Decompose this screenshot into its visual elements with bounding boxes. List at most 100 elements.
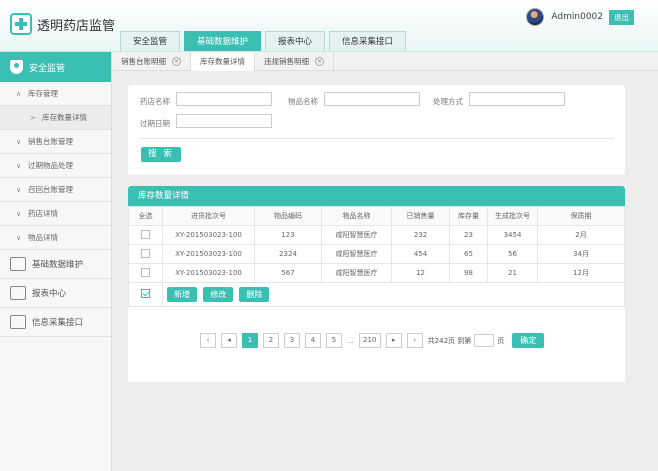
cell: 2324 <box>254 244 322 264</box>
cell: 123 <box>254 225 322 245</box>
sidebar-item-goods[interactable]: ∨ 物品详情 <box>0 226 111 250</box>
item-name-input[interactable] <box>324 92 420 106</box>
table-row[interactable]: XY-201503023-100 567 咸阳智慧医疗 12 98 21 12月 <box>128 263 625 283</box>
row-checkbox[interactable] <box>141 248 150 258</box>
pharmacy-cross-icon <box>10 13 32 35</box>
logout-button[interactable]: 退出 <box>609 9 634 25</box>
sidebar-item-label: 信息采集接口 <box>32 318 84 328</box>
tab-label: 销售台账明细 <box>121 57 166 66</box>
cell: 98 <box>449 263 488 283</box>
cell: 454 <box>391 244 450 264</box>
sidebar-item-expired[interactable]: ∨ 过期物品处理 <box>0 154 111 178</box>
sidebar-item-inventory[interactable]: ∧ 库存管理 <box>0 82 111 106</box>
method-input[interactable] <box>469 92 565 106</box>
sidebar-item-reports[interactable]: 报表中心 <box>0 279 111 308</box>
sidebar-item-inventory-detail[interactable]: > 库存数量详情 <box>0 106 111 130</box>
chevron-down-icon: ∨ <box>16 233 22 242</box>
search-button[interactable]: 搜 索 <box>141 147 181 162</box>
content-tab-sales-ledger[interactable]: 销售台账明细 × <box>112 52 191 71</box>
cell: 232 <box>391 225 450 245</box>
inventory-table: 全选 进货批次号 物品编码 物品名称 已销售量 库存量 生成批次号 保质期 XY… <box>128 206 625 307</box>
cell: 567 <box>254 263 322 283</box>
col-shelf-life: 保质期 <box>537 206 625 226</box>
sidebar-item-sales-ledger[interactable]: ∨ 销售台账管理 <box>0 130 111 154</box>
cell: XY-201503023-100 <box>162 225 255 245</box>
page-4-button[interactable]: 4 <box>305 333 321 348</box>
expiry-date-input[interactable] <box>176 114 272 128</box>
row-select-cell <box>128 244 163 264</box>
sidebar-item-label: 药店详情 <box>28 209 58 218</box>
tab-reports[interactable]: 报表中心 <box>265 31 326 51</box>
page-3-button[interactable]: 3 <box>284 333 300 348</box>
cell: 65 <box>449 244 488 264</box>
content-tab-inventory-detail[interactable]: 库存数量详情 <box>191 52 255 71</box>
sidebar-item-pharmacy[interactable]: ∨ 药店详情 <box>0 202 111 226</box>
sidebar-item-label: 销售台账管理 <box>28 137 73 146</box>
avatar[interactable] <box>526 8 545 26</box>
col-stock: 库存量 <box>449 206 488 226</box>
filter-panel: 药店名称 物品名称 处理方式 过期日期 搜 索 <box>128 85 625 175</box>
cell: 2月 <box>537 225 625 245</box>
username: Admin0002 <box>551 12 603 22</box>
col-purchase-batch: 进货批次号 <box>162 206 255 226</box>
close-icon[interactable]: × <box>315 57 324 66</box>
page-1-button[interactable]: 1 <box>242 333 258 348</box>
sidebar-item-label: 基础数据维护 <box>32 260 84 270</box>
sidebar-header[interactable]: 安全监管 <box>0 52 111 82</box>
top-nav-tabs: 安全监管 基础数据维护 报表中心 信息采集接口 <box>120 31 410 51</box>
table-row[interactable]: XY-201503023-100 123 咸阳智慧医疗 232 23 3454 … <box>128 225 625 245</box>
chevron-down-icon: ∨ <box>16 209 22 218</box>
delete-button[interactable]: 删除 <box>239 287 270 302</box>
page-jump-input[interactable] <box>474 334 495 347</box>
sidebar-item-base-data[interactable]: 基础数据维护 <box>0 250 111 279</box>
cell: 3454 <box>487 225 538 245</box>
expiry-date-label: 过期日期 <box>140 119 170 128</box>
row-checkbox[interactable] <box>141 267 150 277</box>
edit-button[interactable]: 修改 <box>203 287 234 302</box>
cell: 21 <box>487 263 538 283</box>
content-tab-violations[interactable]: 违规销售明细 × <box>255 52 334 71</box>
chevron-down-icon: ∨ <box>16 161 22 170</box>
cell: 34月 <box>537 244 625 264</box>
row-select-cell <box>128 225 163 245</box>
pagination: ‹ ◂ 1 2 3 4 5 ... 210 ▸ › 共242页 到第 页 确定 <box>200 333 545 348</box>
action-row: 新增 修改 删除 <box>128 282 625 307</box>
col-item-name: 物品名称 <box>321 206 392 226</box>
report-icon <box>10 286 26 300</box>
first-page-button[interactable]: ‹ <box>200 333 216 348</box>
row-select-cell <box>128 263 163 283</box>
divider <box>140 138 614 139</box>
page-5-button[interactable]: 5 <box>326 333 342 348</box>
cell: XY-201503023-100 <box>162 244 255 264</box>
sidebar-item-label: 召回台账管理 <box>28 185 73 194</box>
panel-title: 库存数量详情 <box>128 186 625 206</box>
page-total-text: 共242页 到第 <box>427 336 472 345</box>
tab-base-data[interactable]: 基础数据维护 <box>184 31 262 51</box>
row-checkbox[interactable] <box>141 229 150 239</box>
close-icon[interactable]: × <box>172 57 181 66</box>
table-row[interactable]: XY-201503023-100 2324 咸阳智慧医疗 454 65 56 3… <box>128 244 625 264</box>
mail-icon <box>10 315 26 329</box>
store-name-input[interactable] <box>176 92 272 106</box>
tab-security[interactable]: 安全监管 <box>120 31 181 51</box>
tab-data-interface[interactable]: 信息采集接口 <box>329 31 407 51</box>
chevron-up-icon: ∧ <box>16 89 22 98</box>
add-button[interactable]: 新增 <box>167 287 197 302</box>
cell: XY-201503023-100 <box>162 263 255 283</box>
last-page-button[interactable]: › <box>406 333 423 348</box>
sidebar-item-data-interface[interactable]: 信息采集接口 <box>0 308 111 337</box>
logo[interactable]: 透明药店监管 <box>10 13 115 35</box>
cell: 12 <box>391 263 450 283</box>
select-all-cell <box>128 282 163 307</box>
cell: 12月 <box>537 263 625 283</box>
app-title: 透明药店监管 <box>37 18 116 34</box>
next-page-button[interactable]: ▸ <box>385 333 402 348</box>
page-2-button[interactable]: 2 <box>263 333 279 348</box>
sidebar-item-recall[interactable]: ∨ 召回台账管理 <box>0 178 111 202</box>
inventory-panel: 库存数量详情 全选 进货批次号 物品编码 物品名称 已销售量 库存量 生成批次号… <box>128 186 625 382</box>
select-all-checkbox[interactable] <box>141 289 150 298</box>
last-page-number-button[interactable]: 210 <box>358 333 381 348</box>
prev-page-button[interactable]: ◂ <box>221 333 237 348</box>
col-select-all[interactable]: 全选 <box>128 206 163 226</box>
confirm-button[interactable]: 确定 <box>512 333 545 348</box>
